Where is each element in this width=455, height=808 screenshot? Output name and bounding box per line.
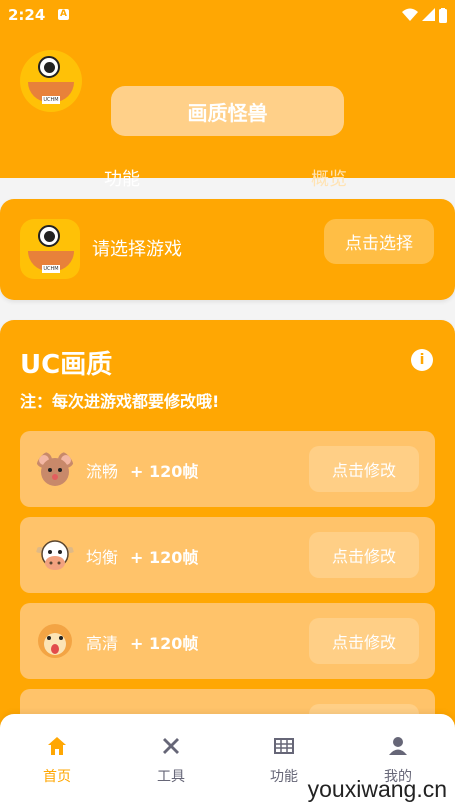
quality-row-balanced: 均衡 + 120帧 点击修改 [20, 517, 435, 593]
modify-button[interactable]: 点击修改 [309, 618, 419, 664]
game-select-card: UCHM 请选择游戏 点击选择 [0, 199, 455, 300]
battery-icon [439, 7, 447, 23]
modify-button[interactable]: 点击修改 [309, 446, 419, 492]
home-icon [48, 737, 66, 755]
uc-note: 注：每次进游戏都要修改哦! [20, 392, 220, 411]
quality-row-smooth: 流畅 + 120帧 点击修改 [20, 431, 435, 507]
fps-value: + 120帧 [130, 634, 199, 653]
status-time: 2:24 [8, 6, 46, 24]
cow-icon [36, 540, 74, 570]
wifi-icon [402, 8, 418, 21]
app-header: UCHM 画质怪兽 功能 概览 [0, 30, 455, 190]
grid-icon [274, 738, 294, 754]
quality-label: 流畅 [86, 462, 119, 481]
uc-quality-card: UC画质 i 注：每次进游戏都要修改哦! 流畅 + 120帧 点击修改 均衡 +… [0, 320, 455, 765]
tiger-icon [38, 624, 72, 658]
nav-label: 工具 [157, 769, 185, 785]
nav-item-home[interactable]: 首页 [17, 736, 97, 786]
tab-features[interactable]: 功能 [104, 165, 140, 191]
watermark-text: youxiwang.cn [307, 776, 447, 802]
signal-icon [422, 8, 435, 21]
system-icons [402, 7, 447, 23]
user-icon [389, 737, 407, 755]
tools-icon [163, 738, 179, 754]
notification-a-icon: A [58, 9, 69, 20]
nav-label: 首页 [43, 769, 71, 785]
mascot-avatar[interactable]: UCHM [20, 50, 82, 112]
app-title: 画质怪兽 [111, 86, 344, 136]
quality-label: 均衡 [86, 548, 119, 567]
quality-label: 高清 [86, 634, 119, 653]
quality-row-hd: 高清 + 120帧 点击修改 [20, 603, 435, 679]
select-game-button[interactable]: 点击选择 [324, 219, 434, 264]
status-bar: 2:24 A [0, 0, 455, 30]
game-icon: UCHM [20, 219, 80, 279]
modify-button[interactable]: 点击修改 [309, 532, 419, 578]
select-game-prompt: 请选择游戏 [92, 239, 182, 260]
fps-value: + 120帧 [130, 462, 199, 481]
uc-title: UC画质 [20, 350, 113, 380]
fps-value: + 120帧 [130, 548, 199, 567]
mouse-icon [36, 452, 74, 486]
info-icon[interactable]: i [411, 349, 433, 371]
tab-overview[interactable]: 概览 [311, 165, 347, 191]
nav-item-tools[interactable]: 工具 [131, 736, 211, 786]
